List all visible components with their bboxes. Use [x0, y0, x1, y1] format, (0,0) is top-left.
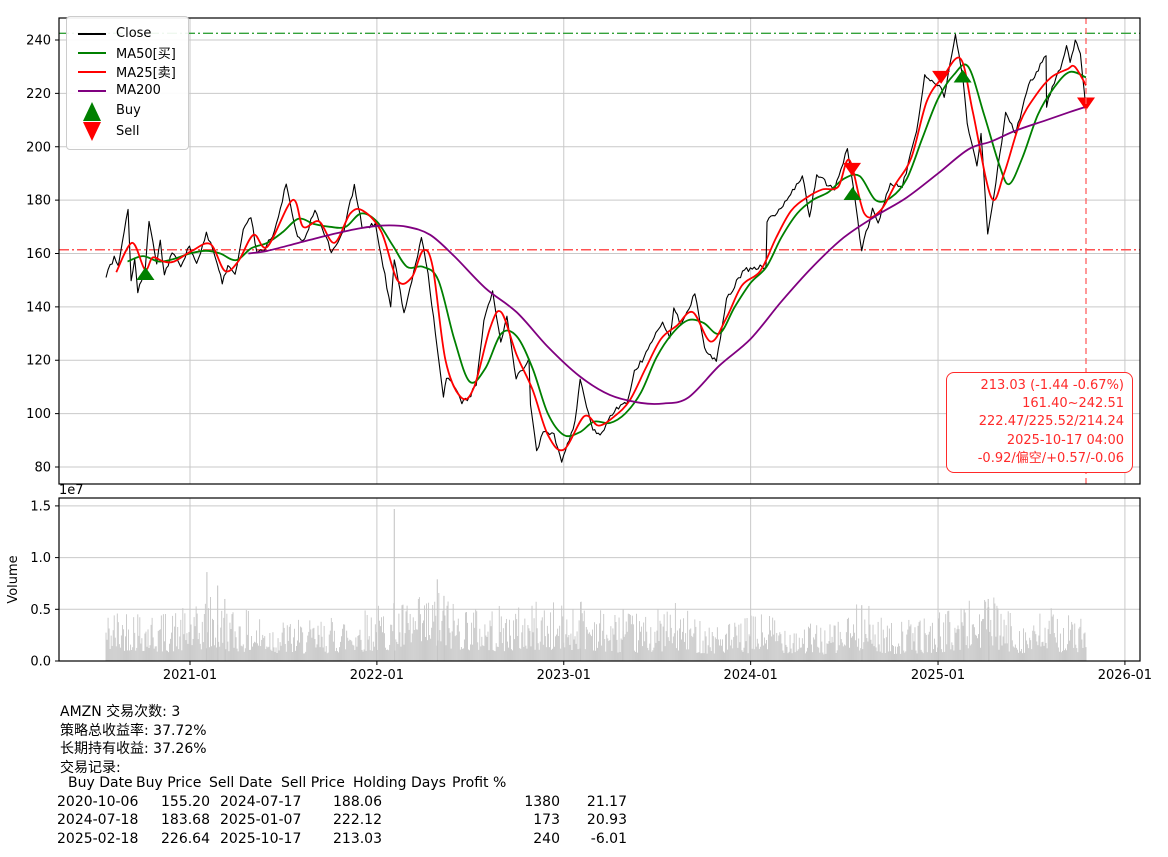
- hold-return-line: 长期持有收益: 37.26%: [60, 738, 207, 758]
- ma200-line: [248, 107, 1086, 404]
- xtick-label: 2021-01: [163, 668, 217, 683]
- xtick-label: 2026-01: [1098, 668, 1152, 683]
- ma50-line-swatch: [77, 46, 107, 60]
- chart-legend: Close MA50[买] MA25[卖] MA200 Buy: [66, 16, 189, 150]
- legend-label-close: Close: [116, 26, 151, 41]
- trade-row-buy-price: 226.64: [140, 831, 210, 847]
- col-header-sell-price: Sell Price: [281, 775, 345, 791]
- trade-row-buy-date: 2025-02-18: [57, 831, 138, 847]
- volume-ytick-label: 1.0: [30, 551, 51, 566]
- chart-figure: 80 100 120 140 160 180 200 220 240 0.0 0.5 1.0 1.5 20…: [0, 0, 1168, 857]
- trade-row-buy-price: 183.68: [140, 812, 210, 828]
- trade-row-profit-pct: 21.17: [557, 794, 627, 810]
- sell-marker: [843, 163, 861, 176]
- xtick-label: 2022-01: [350, 668, 404, 683]
- legend-label-buy: Buy: [116, 103, 141, 118]
- price-ytick-label: 120: [26, 354, 51, 369]
- price-ytick-label: 220: [26, 87, 51, 102]
- price-ytick-label: 180: [26, 194, 51, 209]
- col-header-buy-price: Buy Price: [136, 775, 201, 791]
- legend-item-sell: Sell: [77, 121, 176, 142]
- buy-marker: [136, 267, 154, 280]
- trade-row-holding-days: 1380: [490, 794, 560, 810]
- legend-label-ma50: MA50[买]: [116, 43, 176, 62]
- trade-row-holding-days: 173: [490, 812, 560, 828]
- legend-item-ma25: MA25[卖]: [77, 62, 176, 81]
- volume-ytick-label: 1.5: [30, 499, 51, 514]
- legend-label-ma200: MA200: [116, 83, 161, 98]
- volume-axis-title: Volume: [6, 555, 21, 603]
- xtick-label: 2025-01: [911, 668, 965, 683]
- price-ytick-label: 160: [26, 247, 51, 262]
- trade-row-buy-price: 155.20: [140, 794, 210, 810]
- trade-row-sell-price: 213.03: [312, 831, 382, 847]
- volume-ytick-label: 0.5: [30, 603, 51, 618]
- legend-label-ma25: MA25[卖]: [116, 62, 176, 81]
- col-header-sell-date: Sell Date: [209, 775, 272, 791]
- crosshair-annotation: 213.03 (-1.44 -0.67%) 161.40~242.51 222.…: [946, 372, 1133, 473]
- buy-marker-icon: [77, 100, 107, 122]
- volume-ytick-label: 0.0: [30, 655, 51, 670]
- legend-item-ma50: MA50[买]: [77, 43, 176, 62]
- price-ytick-label: 80: [34, 460, 51, 475]
- annotation-signal-line: -0.92/偏空/+0.57/-0.06: [955, 450, 1124, 468]
- price-ytick-label: 140: [26, 300, 51, 315]
- trade-record-title: 交易记录:: [60, 757, 121, 777]
- trade-count-line: AMZN 交易次数: 3: [60, 701, 180, 721]
- price-ytick-label: 240: [26, 34, 51, 49]
- ma25-line-swatch: [77, 65, 107, 79]
- annotation-ma-line: 222.47/225.52/214.24: [955, 413, 1124, 431]
- legend-item-ma200: MA200: [77, 81, 176, 100]
- legend-item-close: Close: [77, 24, 176, 43]
- col-header-buy-date: Buy Date: [68, 775, 133, 791]
- price-ytick-label: 100: [26, 407, 51, 422]
- trade-row-sell-price: 222.12: [312, 812, 382, 828]
- trade-row-sell-price: 188.06: [312, 794, 382, 810]
- legend-label-sell: Sell: [116, 124, 139, 139]
- ma200-line-swatch: [77, 84, 107, 98]
- trade-row-sell-date: 2025-10-17: [220, 831, 301, 847]
- volume-bars: [106, 509, 1086, 661]
- volume-offset-label: 1e7: [59, 483, 84, 498]
- legend-item-buy: Buy: [77, 100, 176, 121]
- annotation-range-line: 161.40~242.51: [955, 395, 1124, 413]
- trade-row-buy-date: 2020-10-06: [57, 794, 138, 810]
- price-ytick-label: 200: [26, 140, 51, 155]
- xtick-label: 2023-01: [537, 668, 591, 683]
- close-line-swatch: [77, 27, 107, 41]
- col-header-profit-pct: Profit %: [452, 775, 506, 791]
- gridlines: [59, 18, 1140, 661]
- strategy-return-line: 策略总收益率: 37.72%: [60, 720, 207, 740]
- trade-row-holding-days: 240: [490, 831, 560, 847]
- trade-row-sell-date: 2024-07-17: [220, 794, 301, 810]
- trade-row-profit-pct: -6.01: [557, 831, 627, 847]
- sell-marker-icon: [77, 121, 107, 143]
- xtick-label: 2024-01: [723, 668, 777, 683]
- trade-row-profit-pct: 20.93: [557, 812, 627, 828]
- trade-row-sell-date: 2025-01-07: [220, 812, 301, 828]
- annotation-price-line: 213.03 (-1.44 -0.67%): [955, 377, 1124, 395]
- trade-row-buy-date: 2024-07-18: [57, 812, 138, 828]
- col-header-holding-days: Holding Days: [353, 775, 446, 791]
- annotation-date-line: 2025-10-17 04:00: [955, 432, 1124, 450]
